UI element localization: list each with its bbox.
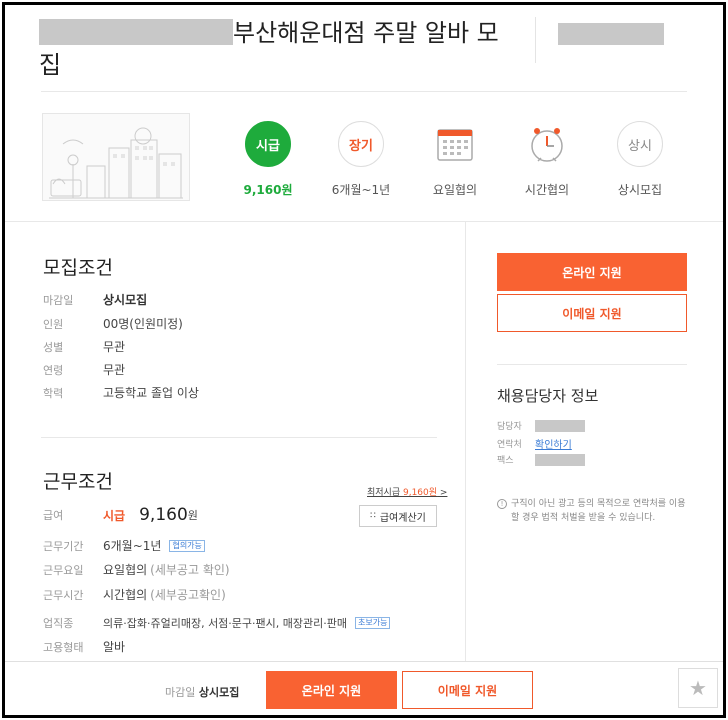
job-posting-page: 부산해운대점 주말 알바 모집 시급 9,160원 장기 6개월~1년 요일협의… [2,2,726,718]
wage-unit: 원 [187,509,198,522]
wage-badge: 시급 [245,121,291,167]
divider [5,221,723,222]
age-row: 연령 무관 [43,363,126,377]
recruit-value: 상시모집 [617,183,663,197]
gender-row: 성별 무관 [43,340,126,354]
title-area: 부산해운대점 주말 알바 모집 [39,17,509,81]
min-wage-link[interactable]: 최저시급 9,160원 > [367,485,447,498]
days-value: 요일협의 [432,183,478,197]
negotiable-badge: 협의가능 [169,539,205,552]
headcount-row: 인원 00명(인원미정) [43,317,183,331]
industry-row: 업직종 의류·잡화·쥬얼리매장, 서점·문구·팬시, 매장관리·판매 초보가능 [43,615,391,631]
redacted-fax [535,453,585,466]
wage-calculator-button[interactable]: ∷ 급여계산기 [359,505,437,527]
period-value: 6개월~1년 [331,183,391,197]
fax-row: 팩스 [497,453,585,466]
column-divider [465,221,466,661]
work-conditions-heading: 근무조건 [43,471,113,493]
divider [41,437,437,438]
bottom-email-apply-button[interactable]: 이메일 지원 [402,671,533,709]
summary-days: 요일협의 [407,121,503,198]
star-icon[interactable]: ★ [678,668,718,708]
wage-type: 시급 [103,508,126,523]
calendar-icon [432,121,478,167]
recruit-conditions-heading: 모집조건 [43,257,113,279]
redacted-company-logo [558,23,664,45]
contact-heading: 채용담당자 정보 [497,387,599,405]
bottom-deadline: 마감일 상시모집 [165,686,240,699]
summary-hours: 시간협의 [499,121,595,198]
wage-value: 9,160원 [243,183,293,197]
phone-row: 연락처 확인하기 [497,436,572,451]
hours-value: 시간협의 [524,183,570,197]
legal-notice: ! 구직이 아닌 광고 등의 목적으로 연락처를 이용할 경우 법적 처벌을 받… [497,497,691,525]
beginner-badge: 초보가능 [355,617,391,629]
bottom-online-apply-button[interactable]: 온라인 지원 [266,671,397,709]
summary-recruit: 상시 상시모집 [592,121,688,198]
online-apply-button[interactable]: 온라인 지원 [497,253,687,291]
summary-period: 장기 6개월~1년 [313,121,409,198]
company-thumbnail [42,113,190,201]
work-days-row: 근무요일 요일협의 (세부공고 확인) [43,563,230,577]
divider [41,91,687,92]
wage-row: 급여 시급 9,160 원 [43,505,198,525]
employment-type-row: 고용형태 알바 [43,640,126,654]
deadline-row: 마감일 상시모집 [43,293,148,307]
education-row: 학력 고등학교 졸업 이상 [43,386,199,400]
wage-amount: 9,160 [139,505,188,525]
clock-icon [524,121,570,167]
view-phone-link[interactable]: 확인하기 [535,436,572,451]
redacted-company-name [39,19,233,45]
calculator-icon: ∷ [370,511,376,521]
summary-wage: 시급 9,160원 [220,121,316,198]
work-period-row: 근무기간 6개월~1년 협의가능 [43,537,205,554]
email-apply-button[interactable]: 이메일 지원 [497,294,687,332]
bottom-action-bar: 마감일 상시모집 온라인 지원 이메일 지원 ★ [5,661,723,715]
redacted-manager [535,419,585,432]
info-icon: ! [497,499,507,509]
page-title: 부산해운대점 주말 알바 모집 [39,19,499,79]
recruit-badge: 상시 [617,121,663,167]
divider [497,364,687,365]
city-illustration-icon [49,127,183,199]
manager-row: 담당자 [497,419,585,432]
work-hours-row: 근무시간 시간협의 (세부공고확인) [43,588,226,602]
period-badge: 장기 [338,121,384,167]
company-box [535,17,675,63]
